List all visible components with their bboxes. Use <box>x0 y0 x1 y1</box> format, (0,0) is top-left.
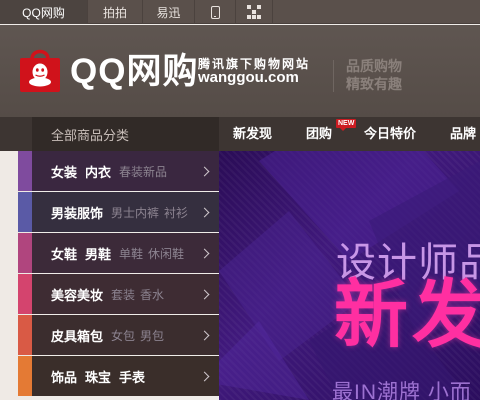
category-row[interactable]: 女装 内衣 春装新品 <box>18 151 219 192</box>
category-main-link[interactable]: 女装 <box>51 162 77 181</box>
category-main-link[interactable]: 美容美妆 <box>51 285 103 304</box>
category-row-body: 女装 内衣 春装新品 <box>32 151 219 191</box>
topbar-link-paipai[interactable]: 拍拍 <box>88 0 143 24</box>
topbar-qrcode-button[interactable] <box>236 0 273 24</box>
header-slogan: 品质购物 精致有趣 <box>346 58 402 92</box>
logo-domain: wanggou.com <box>198 69 299 86</box>
category-row-body: 皮具箱包 女包 男包 <box>32 315 219 355</box>
category-main-link[interactable]: 女鞋 <box>51 244 77 263</box>
top-utility-bar: QQ网购 拍拍 易迅 <box>0 0 480 24</box>
category-accent-stripe <box>18 192 32 232</box>
category-sub-link[interactable]: 单鞋 <box>119 245 143 262</box>
category-accent-stripe <box>18 274 32 314</box>
category-row-body: 美容美妆 套装 香水 <box>32 274 219 314</box>
category-accent-stripe <box>18 151 32 191</box>
category-row-body: 女鞋 男鞋 单鞋 休闲鞋 <box>32 233 219 273</box>
category-menu: 女装 内衣 春装新品 男装服饰 男士内裤 衬衫 女鞋 男鞋 单鞋 休闲鞋 美容美妆 套装 香水 皮具箱包女… <box>18 151 219 400</box>
banner-title: 新发 <box>334 273 480 356</box>
category-accent-stripe <box>18 356 32 396</box>
chevron-right-icon <box>199 289 210 300</box>
category-main-link[interactable]: 饰品 <box>51 367 77 386</box>
category-sub-link[interactable]: 套装 <box>111 286 135 303</box>
category-main-link[interactable]: 内衣 <box>85 162 111 181</box>
category-accent-stripe <box>18 315 32 355</box>
category-main-link[interactable]: 男鞋 <box>85 244 111 263</box>
nav-link-new-discovery[interactable]: 新发现 <box>233 117 272 151</box>
logo-wordmark[interactable]: QQ网购 <box>70 53 198 91</box>
category-sub-link[interactable]: 男士内裤 <box>111 204 159 221</box>
nav-link-brands[interactable]: 品牌 <box>450 117 476 151</box>
main-nav-bar: 全部商品分类 新发现 团购 NEW 今日特价 品牌 <box>0 117 480 151</box>
chevron-right-icon <box>199 371 210 382</box>
topbar-link-qq-wanggou[interactable]: QQ网购 <box>0 0 88 24</box>
banner-subtitle: 最IN潮牌 小而 <box>332 381 472 400</box>
category-sub-link[interactable]: 衬衫 <box>164 204 188 221</box>
category-main-link[interactable]: 皮具箱包 <box>51 326 103 345</box>
category-accent-stripe <box>18 233 32 273</box>
category-row[interactable]: 男装服饰 男士内裤 衬衫 <box>18 192 219 233</box>
chevron-right-icon <box>199 166 210 177</box>
category-sub-link[interactable]: 女包 <box>111 327 135 344</box>
chevron-right-icon <box>199 330 210 341</box>
category-main-link[interactable]: 手表 <box>119 367 145 386</box>
category-sub-link[interactable]: 香水 <box>140 286 164 303</box>
category-sub-link[interactable]: 男包 <box>140 327 164 344</box>
shopping-bag-logo-icon[interactable] <box>18 47 62 93</box>
category-row[interactable]: 饰品 珠宝 手表 <box>18 356 219 397</box>
topbar-link-yixun[interactable]: 易迅 <box>143 0 195 24</box>
category-main-link[interactable]: 男装服饰 <box>51 203 103 222</box>
category-row[interactable]: 皮具箱包 女包 男包 <box>18 315 219 356</box>
category-row[interactable]: 女鞋 男鞋 单鞋 休闲鞋 <box>18 233 219 274</box>
category-row[interactable]: 美容美妆 套装 香水 <box>18 274 219 315</box>
header-divider <box>333 60 334 92</box>
qr-code-icon <box>247 5 261 19</box>
all-categories-header[interactable]: 全部商品分类 <box>32 117 219 151</box>
category-main-link[interactable]: 珠宝 <box>85 367 111 386</box>
new-badge: NEW <box>336 119 357 131</box>
chevron-right-icon <box>199 248 210 259</box>
nav-link-daily-deals[interactable]: 今日特价 <box>364 117 416 151</box>
category-sub-link[interactable]: 休闲鞋 <box>148 245 184 262</box>
category-sub-link[interactable]: 春装新品 <box>119 163 167 180</box>
promo-banner[interactable]: 设计师品 新发 最IN潮牌 小而 <box>219 151 480 400</box>
chevron-right-icon <box>199 207 210 218</box>
category-row-body: 饰品 珠宝 手表 <box>32 356 219 396</box>
nav-link-group-buy[interactable]: 团购 <box>306 117 332 151</box>
site-header: QQ网购 腾讯旗下购物网站 wanggou.com 品质购物 精致有趣 <box>0 25 480 117</box>
mobile-phone-icon <box>210 5 220 19</box>
category-row-body: 男装服饰 男士内裤 衬衫 <box>32 192 219 232</box>
topbar-mobile-button[interactable] <box>195 0 236 24</box>
